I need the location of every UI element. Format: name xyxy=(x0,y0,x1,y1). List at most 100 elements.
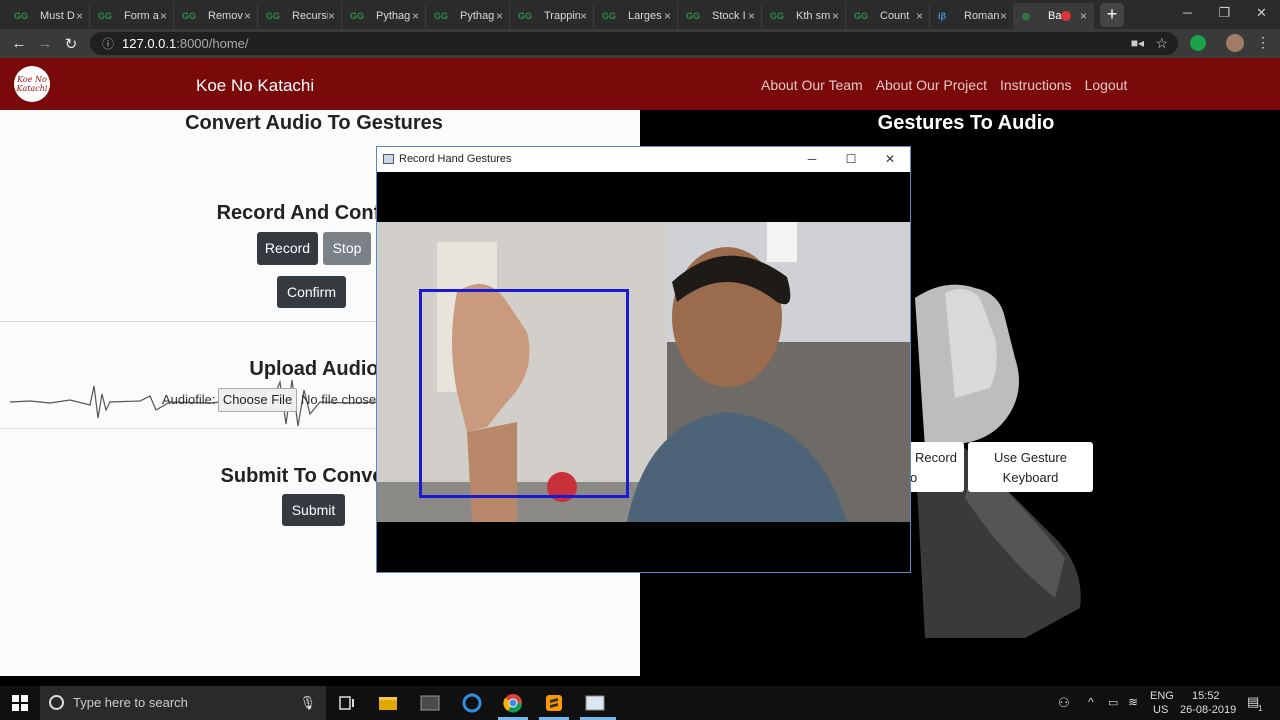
tab-close-icon[interactable]: × xyxy=(328,9,335,23)
record-hand-gestures-window: Record Hand Gestures ─ ☐ ✕ xyxy=(376,146,911,573)
tab-title: Pythag xyxy=(460,10,495,22)
microphone-icon[interactable]: 🎙 xyxy=(299,686,316,720)
tab-favicon: GG xyxy=(518,11,533,21)
tab-title: Form a xyxy=(124,10,159,22)
site-brand[interactable]: Koe No Katachi xyxy=(196,76,314,96)
tab-strip: GG Must D × GG Form a × GG Remov × GG Recursi × GG Py… xyxy=(0,0,1280,29)
bookmark-star-icon[interactable]: ☆ xyxy=(1155,32,1168,55)
new-tab-button[interactable]: + xyxy=(1100,3,1124,27)
file-explorer-icon[interactable] xyxy=(378,693,398,713)
window-controls: ─ ❐ ✕ xyxy=(1169,0,1280,28)
browser-tab[interactable]: GG Kth sm × xyxy=(762,3,846,29)
keyboard-label-1: Use Gesture xyxy=(994,450,1067,465)
stop-button[interactable]: Stop xyxy=(323,232,371,265)
chrome-icon[interactable] xyxy=(503,693,523,713)
choose-file-button[interactable]: Choose File xyxy=(218,388,297,412)
back-icon[interactable]: ← xyxy=(6,35,32,52)
python-window-icon[interactable] xyxy=(585,693,605,713)
reload-icon[interactable]: ↻ xyxy=(58,35,84,53)
cv-window-titlebar[interactable]: Record Hand Gestures ─ ☐ ✕ xyxy=(377,147,910,172)
tab-favicon: GG xyxy=(98,11,113,21)
close-icon[interactable]: ✕ xyxy=(1243,0,1280,28)
browser-tab[interactable]: GG Recursi × xyxy=(258,3,342,29)
tab-close-icon[interactable]: × xyxy=(412,9,419,23)
tab-title: Kth sm xyxy=(796,10,831,22)
browser-tab[interactable]: GG Pythag × xyxy=(426,3,510,29)
browser-tab[interactable]: GG Form a × xyxy=(90,3,174,29)
audiofile-label: Audiofile: xyxy=(162,392,216,407)
people-icon[interactable]: ⚇ xyxy=(1058,695,1070,711)
info-icon[interactable]: ⓘ xyxy=(102,37,114,51)
holding-hands-image xyxy=(915,284,1081,638)
tab-close-icon[interactable]: × xyxy=(496,9,503,23)
camera-in-use-icon[interactable]: ■◂ xyxy=(1131,32,1144,55)
tab-close-icon[interactable]: × xyxy=(832,9,839,23)
tab-close-icon[interactable]: × xyxy=(748,9,755,23)
tab-favicon: GG xyxy=(602,11,617,21)
tab-close-icon[interactable]: × xyxy=(1080,9,1087,23)
browser-tab[interactable]: GG Count × xyxy=(846,3,930,29)
tab-favicon: GG xyxy=(14,11,29,21)
taskbar-search[interactable]: Type here to search 🎙 xyxy=(40,686,326,720)
tab-close-icon[interactable]: × xyxy=(160,9,167,23)
windows-start-icon[interactable] xyxy=(12,695,28,711)
browser-tab[interactable]: ◍ Ba × xyxy=(1014,3,1094,29)
tab-favicon: GG xyxy=(266,11,281,21)
tab-close-icon[interactable]: × xyxy=(1000,9,1007,23)
extension-shield-icon[interactable] xyxy=(1190,35,1206,51)
browser-tab[interactable]: GG Stock I × xyxy=(678,3,762,29)
tab-title: Pythag xyxy=(376,10,411,22)
language-code[interactable]: ENG xyxy=(1150,690,1174,702)
tab-close-icon[interactable]: × xyxy=(76,9,83,23)
site-logo[interactable]: Koe No Katachi xyxy=(14,66,50,102)
confirm-button[interactable]: Confirm xyxy=(277,276,346,308)
browser-tab[interactable]: iβ Roman × xyxy=(930,3,1014,29)
nav-logout[interactable]: Logout xyxy=(1085,77,1128,93)
browser-toolbar: ← → ↻ ⓘ 127.0.0.1:8000/home/ ■◂ ☆ ⋮ xyxy=(0,29,1280,58)
browser-tab[interactable]: GG Must D × xyxy=(6,3,90,29)
tab-close-icon[interactable]: × xyxy=(664,9,671,23)
tab-close-icon[interactable]: × xyxy=(244,9,251,23)
record-button[interactable]: Record xyxy=(257,232,318,265)
tab-title: Count xyxy=(880,10,910,22)
browser-tab[interactable]: GG Larges × xyxy=(594,3,678,29)
clock-date[interactable]: 26-08-2019 xyxy=(1180,704,1236,716)
edge-icon[interactable] xyxy=(462,693,482,713)
use-gesture-keyboard-button[interactable]: Use Gesture Keyboard xyxy=(968,442,1093,492)
nav-about-project[interactable]: About Our Project xyxy=(876,77,987,93)
browser-tab[interactable]: GG Trappin × xyxy=(510,3,594,29)
forward-icon[interactable]: → xyxy=(32,35,58,52)
tray-chevron-icon[interactable]: ^ xyxy=(1088,695,1094,709)
site-navbar: Koe No Katachi Koe No Katachi About Our … xyxy=(0,58,1280,110)
battery-icon[interactable]: ▭ xyxy=(1108,696,1118,709)
cv-close-icon[interactable]: ✕ xyxy=(871,147,909,172)
nav-instructions[interactable]: Instructions xyxy=(1000,77,1072,93)
terminal-icon[interactable] xyxy=(420,693,440,713)
submit-button[interactable]: Submit xyxy=(282,494,345,526)
profile-avatar[interactable] xyxy=(1226,34,1244,52)
nav-about-team[interactable]: About Our Team xyxy=(761,77,863,93)
task-view-icon[interactable] xyxy=(337,693,357,713)
globe-icon: ◍ xyxy=(1022,10,1030,21)
clock-time[interactable]: 15:52 xyxy=(1192,690,1220,702)
tab-favicon: GG xyxy=(770,11,785,21)
wifi-icon[interactable]: ≋ xyxy=(1128,695,1138,709)
tab-favicon: GG xyxy=(434,11,449,21)
tab-close-icon[interactable]: × xyxy=(916,9,923,23)
nav-links: About Our Team About Our Project Instruc… xyxy=(761,77,1140,93)
panel-title-right: Gestures To Audio xyxy=(877,112,1055,134)
cv-maximize-icon[interactable]: ☐ xyxy=(832,147,870,172)
maximize-icon[interactable]: ❐ xyxy=(1206,0,1243,28)
region-code[interactable]: US xyxy=(1153,704,1168,716)
app-icon xyxy=(383,154,394,164)
tab-title: Larges xyxy=(628,10,662,22)
tab-title: Recursi xyxy=(292,10,328,22)
address-bar[interactable]: ⓘ 127.0.0.1:8000/home/ ■◂ ☆ xyxy=(90,32,1178,55)
menu-dots-icon[interactable]: ⋮ xyxy=(1256,34,1270,51)
cv-minimize-icon[interactable]: ─ xyxy=(793,147,831,172)
browser-tab[interactable]: GG Remov × xyxy=(174,3,258,29)
sublime-text-icon[interactable] xyxy=(544,693,564,713)
tab-close-icon[interactable]: × xyxy=(580,9,587,23)
minimize-icon[interactable]: ─ xyxy=(1169,0,1206,28)
browser-tab[interactable]: GG Pythag × xyxy=(342,3,426,29)
